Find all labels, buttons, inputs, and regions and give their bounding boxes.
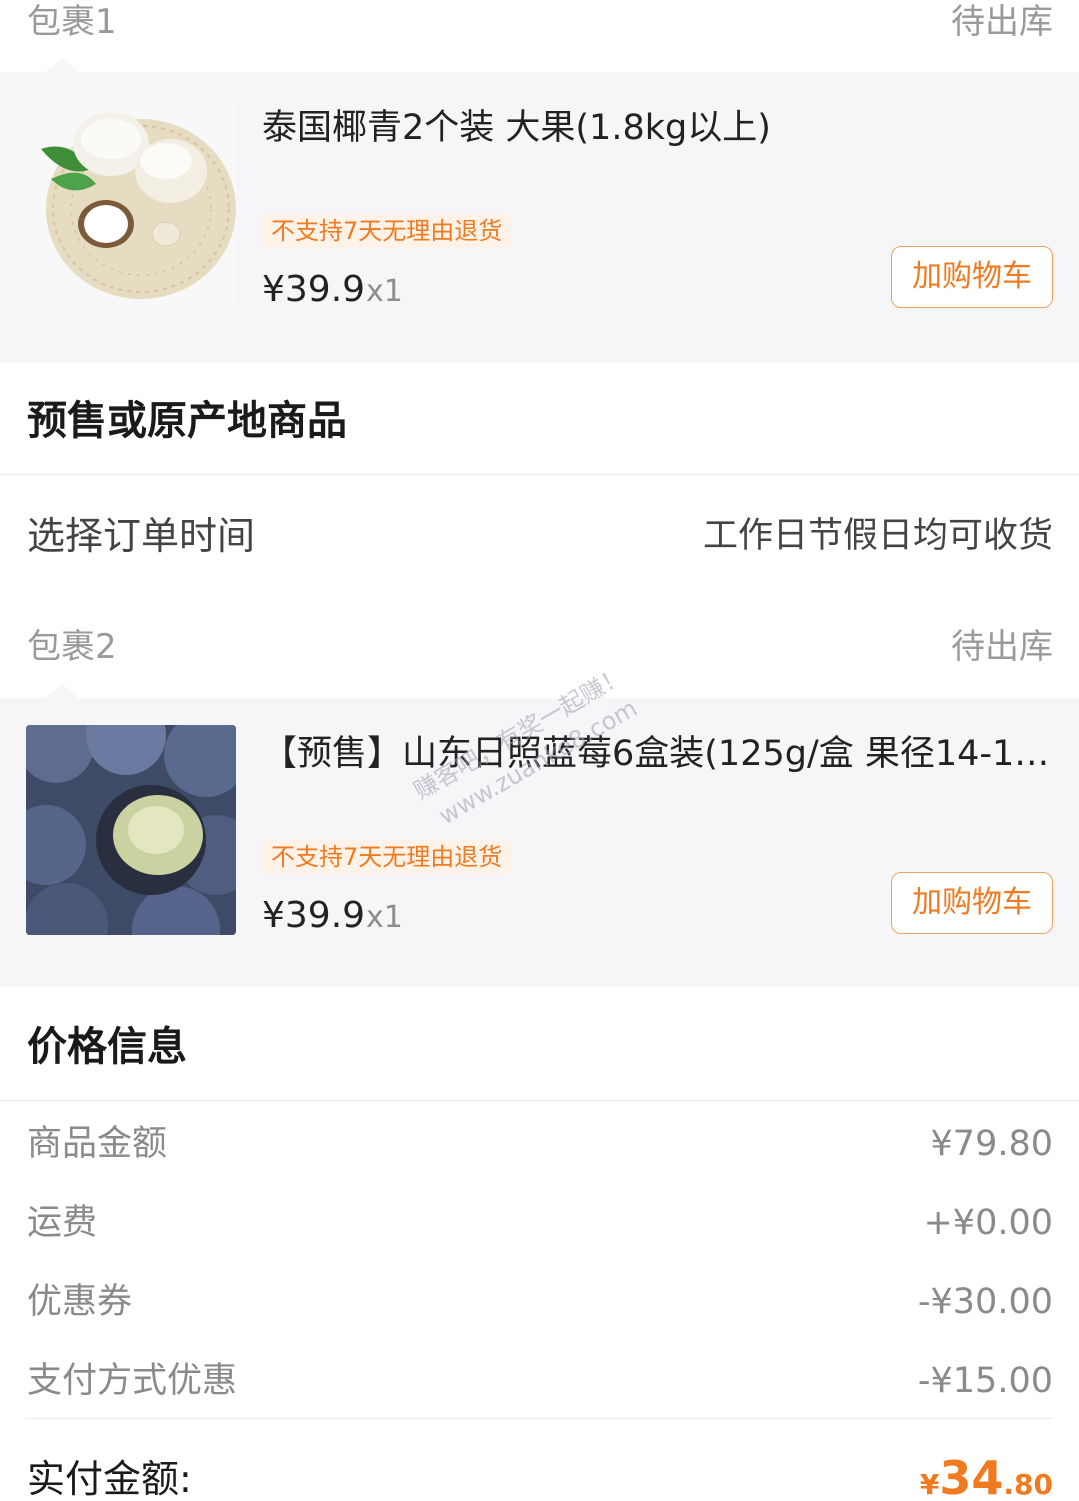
package-title: 包裹1: [27, 2, 117, 42]
total-integer: 34: [939, 1451, 1004, 1501]
coupon-value: -¥30.00: [917, 1282, 1053, 1322]
product-quantity: x1: [366, 900, 403, 935]
order-time-value[interactable]: 工作日节假日均可收货: [703, 519, 1053, 554]
order-time-label[interactable]: 选择订单时间: [27, 517, 255, 555]
divider: [0, 474, 1079, 475]
package-2-item[interactable]: 【预售】山东日照蓝莓6盒装(125g/盒 果径14-18... 不支持7天无理由…: [0, 684, 1079, 986]
goods-amount-value: ¥79.80: [930, 1124, 1053, 1164]
coupon-label: 优惠券: [27, 1282, 133, 1322]
product-name[interactable]: 泰国椰青2个装 大果(1.8kg以上): [262, 107, 1052, 149]
presale-section-title: 预售或原产地商品: [27, 398, 347, 444]
add-to-cart-button[interactable]: 加购物车: [891, 872, 1053, 934]
no-return-badge: 不支持7天无理由退货: [262, 840, 512, 874]
product-price: ¥39.9: [262, 895, 366, 936]
product-image-coconut[interactable]: [26, 99, 236, 309]
caret-indicator: [46, 58, 78, 72]
package-1-item[interactable]: 泰国椰青2个装 大果(1.8kg以上) 不支持7天无理由退货 ¥39.9 x1 …: [0, 58, 1079, 362]
total-paid-value: ¥34.80: [920, 1455, 1053, 1501]
product-name[interactable]: 【预售】山东日照蓝莓6盒装(125g/盒 果径14-18...: [262, 733, 1052, 775]
package-2-header: 包裹2 待出库: [0, 625, 1079, 697]
total-paid-label: 实付金额:: [27, 1457, 192, 1501]
package-status: 待出库: [951, 627, 1053, 667]
total-decimal: .80: [1003, 1468, 1053, 1501]
payment-discount-label: 支付方式优惠: [27, 1361, 238, 1401]
caret-indicator: [46, 684, 78, 698]
product-price: ¥39.9: [262, 269, 366, 310]
package-title: 包裹2: [27, 627, 117, 667]
package-status: 待出库: [951, 2, 1053, 42]
price-info-title: 价格信息: [27, 1024, 187, 1070]
divider: [0, 1100, 1079, 1101]
package-1-header: 包裹1 待出库: [0, 0, 1079, 72]
add-to-cart-button[interactable]: 加购物车: [891, 246, 1053, 308]
currency-symbol: ¥: [919, 1468, 940, 1501]
shipping-fee-label: 运费: [27, 1203, 98, 1243]
product-quantity: x1: [366, 274, 403, 309]
product-image-blueberry[interactable]: [26, 725, 236, 935]
goods-amount-label: 商品金额: [27, 1124, 168, 1164]
no-return-badge: 不支持7天无理由退货: [262, 214, 512, 248]
shipping-fee-value: +¥0.00: [923, 1203, 1053, 1243]
payment-discount-value: -¥15.00: [917, 1361, 1053, 1401]
divider: [26, 1418, 1053, 1419]
